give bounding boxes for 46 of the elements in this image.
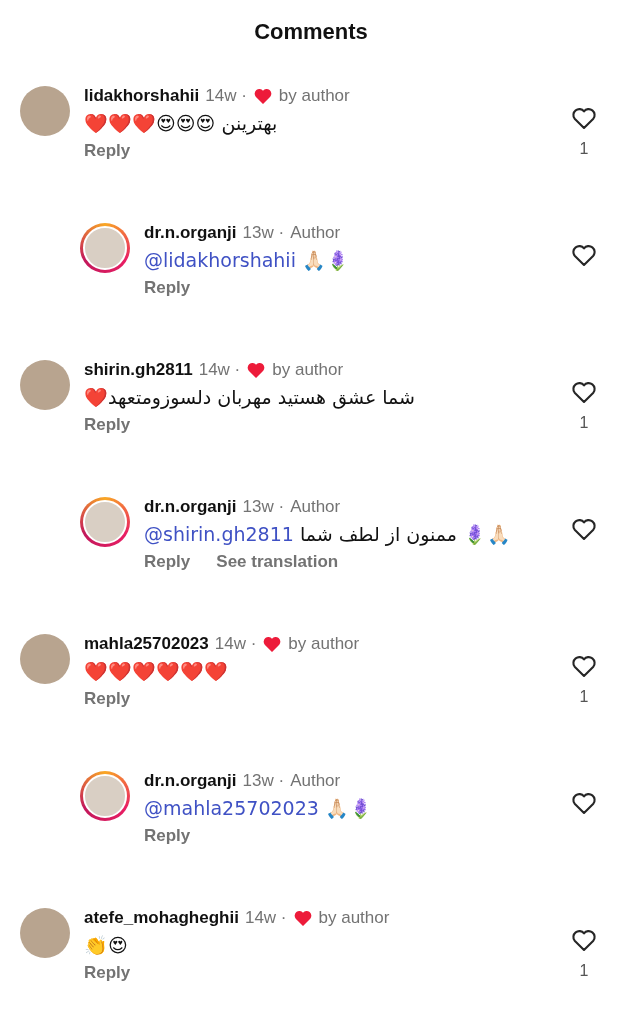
comment-time: 13w · [242,771,285,791]
author-label: Author [290,771,341,791]
author-label: by author [288,634,360,654]
comment-text: @mahla25702023 🙏🏻🪻 [144,797,374,820]
reply-button[interactable]: Reply [84,141,131,161]
sheet-title: Comments [254,19,368,45]
username[interactable]: lidakhorshahii [84,86,200,106]
comment-text: ❤❤❤❤❤❤ [84,660,229,683]
see-translation-button[interactable]: See translation [216,552,339,572]
mention-link[interactable]: @lidakhorshahii [144,249,296,271]
username[interactable]: atefe_mohagheghii [84,908,239,928]
like-count: 1 [579,688,589,706]
like-count: 1 [579,962,589,980]
username[interactable]: shirin.gh2811 [84,360,193,380]
reply-button[interactable]: Reply [84,415,131,435]
comment-time: 14w · [244,908,287,928]
reply-button[interactable]: Reply [84,689,131,709]
reply-button[interactable]: Reply [144,552,191,572]
author-label: by author [318,908,390,928]
username[interactable]: mahla25702023 [84,634,209,654]
reply-button[interactable]: Reply [144,826,191,846]
comment-time: 13w · [242,497,285,517]
comment-text: @lidakhorshahii 🙏🏻🪻 [144,249,351,272]
mention-link[interactable]: @mahla25702023 [144,797,319,819]
avatar-story-ring[interactable] [80,771,130,821]
comment-text: بهترینن 😍😍😍❤❤❤ [84,112,279,135]
reply-button[interactable]: Reply [84,963,131,983]
comment-text: 👏😍 [84,934,129,957]
author-label: Author [290,497,341,517]
comment-time: 13w · [242,223,285,243]
like-count: 1 [579,140,589,158]
mention-link[interactable]: @shirin.gh2811 [144,523,294,545]
username[interactable]: dr.n.organji [144,223,237,243]
avatar-story-ring[interactable] [80,497,130,547]
author-label: by author [278,86,350,106]
like-count: 1 [579,414,589,432]
reply-button[interactable]: Reply [144,278,191,298]
username[interactable]: dr.n.organji [144,771,237,791]
comment-time: 14w · [205,86,247,106]
avatar-story-ring[interactable] [80,223,130,273]
author-label: by author [272,360,344,380]
author-label: Author [290,223,341,243]
comment-time: 14w · [198,360,241,380]
comment-time: 14w · [214,634,257,654]
username[interactable]: dr.n.organji [144,497,237,517]
comment-text: شما عشق هستید مهربان دلسوزومتعهد❤ [84,386,416,409]
